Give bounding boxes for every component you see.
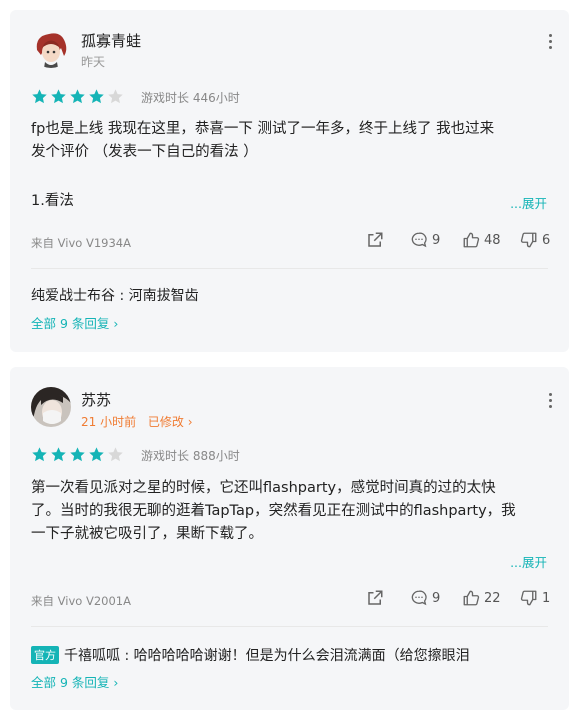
device-info: 来自 Vivo V2001A — [31, 594, 131, 608]
divider — [31, 268, 548, 269]
dislike-count: 6 — [542, 232, 551, 248]
thumbs-up-icon — [463, 590, 480, 606]
dislike-button[interactable]: 1 — [520, 589, 550, 607]
review-text[interactable]: 第一次看见派对之星的时候，它还叫flashparty，感觉时间真的过的太快 了。… — [31, 477, 546, 546]
thumbs-down-icon — [520, 590, 537, 606]
more-options-icon[interactable] — [549, 34, 553, 52]
post-meta: 21 小时前 已修改 › — [81, 413, 193, 430]
view-all-replies-link[interactable]: 全部 9 条回复 › — [31, 672, 118, 691]
divider — [31, 626, 548, 627]
official-badge: 官方 — [31, 646, 59, 664]
reply-text: 千禧呱呱 : 哈哈哈哈哈谢谢！但是为什么会泪流满面（给您擦眼泪 — [64, 648, 470, 664]
playtime: 游戏时长 446小时 — [141, 91, 240, 105]
expand-link[interactable]: ...展开 — [510, 193, 547, 212]
review-text-extra: 1.看法 — [31, 193, 74, 209]
rating-stars — [31, 446, 126, 463]
star-empty-icon — [108, 447, 123, 462]
share-button[interactable] — [366, 589, 388, 607]
comment-icon — [411, 232, 427, 248]
star-empty-icon — [108, 89, 123, 104]
username[interactable]: 孤寡青蛙 — [81, 30, 141, 51]
like-button[interactable]: 48 — [462, 231, 501, 249]
reply-count: 全部 9 条回复 — [31, 316, 110, 331]
star-filled-icon — [51, 447, 66, 462]
device-info: 来自 Vivo V1934A — [31, 236, 131, 250]
share-icon — [368, 232, 383, 247]
comment-icon — [411, 590, 427, 606]
comment-button[interactable]: 9 — [410, 231, 440, 249]
comment-button[interactable]: 9 — [410, 589, 440, 607]
review-card: 孤寡青蛙 昨天 游戏时长 446小时 fp也是上线 我现在这里，恭喜一下 测试了… — [10, 10, 569, 352]
review-text[interactable]: fp也是上线 我现在这里，恭喜一下 测试了一年多，终于上线了 我也过来 发个评价… — [31, 118, 546, 164]
review-text-line: 第一次看见派对之星的时候，它还叫flashparty，感觉时间真的过的太快 — [31, 480, 496, 496]
thumbs-up-icon — [463, 232, 480, 248]
star-filled-icon — [51, 89, 66, 104]
dislike-button[interactable]: 6 — [520, 231, 550, 249]
star-filled-icon — [89, 89, 104, 104]
dislike-count: 1 — [542, 590, 551, 606]
star-filled-icon — [70, 89, 85, 104]
like-count: 48 — [484, 232, 501, 248]
avatar[interactable] — [31, 28, 71, 68]
edited-link[interactable]: 已修改 › — [148, 415, 193, 429]
reply-preview[interactable]: 官方 千禧呱呱 : 哈哈哈哈哈谢谢！但是为什么会泪流满面（给您擦眼泪 — [31, 645, 470, 665]
comment-count: 9 — [432, 232, 441, 248]
more-options-icon[interactable] — [549, 393, 553, 411]
like-count: 22 — [484, 590, 501, 606]
review-text-line: 了。当时的我很无聊的逛着TapTap，突然看见正在测试中的flashparty，… — [31, 503, 516, 519]
share-icon — [368, 590, 383, 605]
star-filled-icon — [89, 447, 104, 462]
playtime: 游戏时长 888小时 — [141, 449, 240, 463]
star-filled-icon — [32, 447, 47, 462]
review-card: 苏苏 21 小时前 已修改 › 游戏时长 888小时 第一次看见派对之星的时候，… — [10, 367, 569, 710]
review-text-line: fp也是上线 我现在这里，恭喜一下 测试了一年多，终于上线了 我也过来 — [31, 121, 495, 137]
star-filled-icon — [32, 89, 47, 104]
review-text-line: 发个评价 （发表一下自己的看法 ） — [31, 144, 258, 160]
reply-count: 全部 9 条回复 — [31, 675, 110, 690]
comment-count: 9 — [432, 590, 441, 606]
view-all-replies-link[interactable]: 全部 9 条回复 › — [31, 313, 118, 332]
avatar[interactable] — [31, 387, 71, 427]
post-date: 昨天 — [81, 55, 106, 69]
chevron-right-icon: › — [109, 675, 119, 690]
edited-label: 已修改 — [147, 415, 184, 429]
thumbs-down-icon — [520, 232, 537, 248]
share-button[interactable] — [366, 231, 388, 249]
star-filled-icon — [70, 447, 85, 462]
reply-preview[interactable]: 纯爱战士布谷 : 河南拔智齿 — [31, 285, 199, 305]
expand-link[interactable]: ...展开 — [510, 552, 547, 571]
username[interactable]: 苏苏 — [81, 389, 111, 410]
like-button[interactable]: 22 — [462, 589, 501, 607]
rating-stars — [31, 88, 126, 105]
post-date: 21 小时前 — [81, 415, 137, 429]
review-text-line: 一下子就被它吸引了，果断下载了。 — [31, 526, 263, 542]
chevron-right-icon: › — [109, 316, 119, 331]
